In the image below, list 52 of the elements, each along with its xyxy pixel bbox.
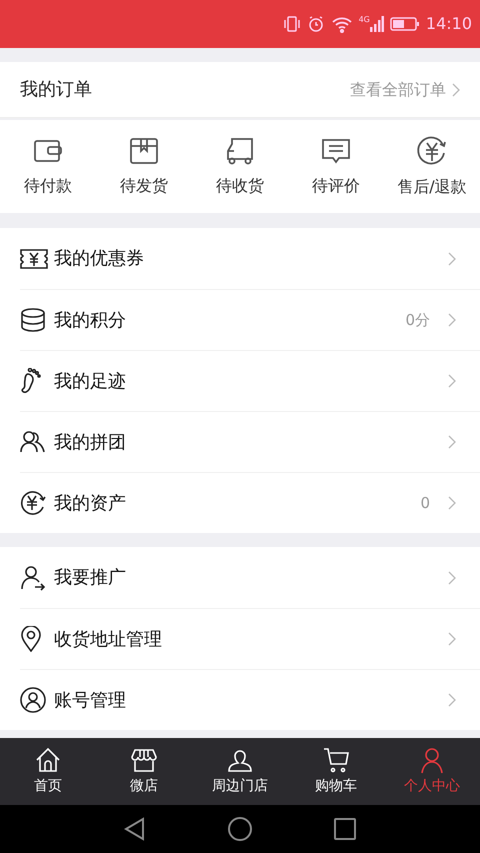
order-status-button[interactable]: 售后/退款 — [384, 120, 480, 213]
chevron-right-icon — [448, 570, 456, 584]
chevron-right-icon — [448, 252, 456, 266]
home-icon[interactable] — [227, 816, 253, 842]
menu-item[interactable]: 我的拼团 — [20, 411, 480, 472]
menu-item[interactable]: 账号管理 — [20, 669, 480, 730]
recents-icon[interactable] — [333, 817, 357, 841]
house-icon — [34, 746, 62, 774]
box-icon — [129, 136, 159, 166]
tab-bar-item[interactable]: 首页 — [0, 738, 96, 805]
footprint-icon — [20, 368, 42, 394]
battery-icon — [390, 16, 420, 32]
menu-item[interactable]: 我的资产 0 — [20, 472, 480, 533]
chevron-right-icon — [448, 693, 456, 707]
menu-item[interactable]: 我要推广 — [0, 547, 480, 608]
user-circle-icon — [20, 687, 46, 713]
order-status-button[interactable]: 待收货 — [192, 120, 288, 213]
network-label: 4G — [358, 16, 370, 24]
cart-icon — [322, 746, 350, 774]
location-pin-icon — [20, 626, 42, 652]
chevron-right-icon — [448, 632, 456, 646]
coins-icon — [20, 308, 46, 332]
chevron-right-icon — [452, 82, 460, 96]
order-status-button[interactable]: 待评价 — [288, 120, 384, 213]
wifi-icon — [330, 15, 353, 33]
tab-bar-item[interactable]: 周边门店 — [192, 738, 288, 805]
chevron-right-icon — [448, 313, 456, 327]
menu-item[interactable]: 我的足迹 — [20, 350, 480, 411]
clock-time: 14:10 — [426, 13, 472, 35]
back-icon[interactable] — [123, 817, 147, 841]
chevron-right-icon — [448, 435, 456, 449]
alarm-icon — [306, 15, 325, 33]
signal-icon — [370, 16, 384, 32]
chevron-right-icon — [448, 374, 456, 388]
tab-bar-item[interactable]: 购物车 — [288, 738, 384, 805]
refund-icon — [416, 134, 448, 166]
order-status-button[interactable]: 待发货 — [96, 120, 192, 213]
coupon-icon — [20, 248, 48, 270]
person-icon — [418, 746, 446, 774]
user-arrow-icon — [20, 564, 46, 590]
tab-bar-item[interactable]: 微店 — [96, 738, 192, 805]
storefront-icon — [130, 746, 158, 774]
chevron-right-icon — [448, 496, 456, 510]
truck-icon — [224, 136, 256, 166]
order-status-button[interactable]: 待付款 — [0, 120, 96, 213]
vibrate-icon — [282, 15, 301, 33]
menu-item[interactable]: 我的优惠券 — [0, 228, 480, 289]
refund-icon — [20, 490, 46, 516]
menu-item[interactable]: 我的积分 0分 — [20, 289, 480, 350]
users-icon — [20, 430, 46, 454]
menu-item[interactable]: 收货地址管理 — [20, 608, 480, 669]
section-title: 我的订单 — [20, 78, 92, 102]
